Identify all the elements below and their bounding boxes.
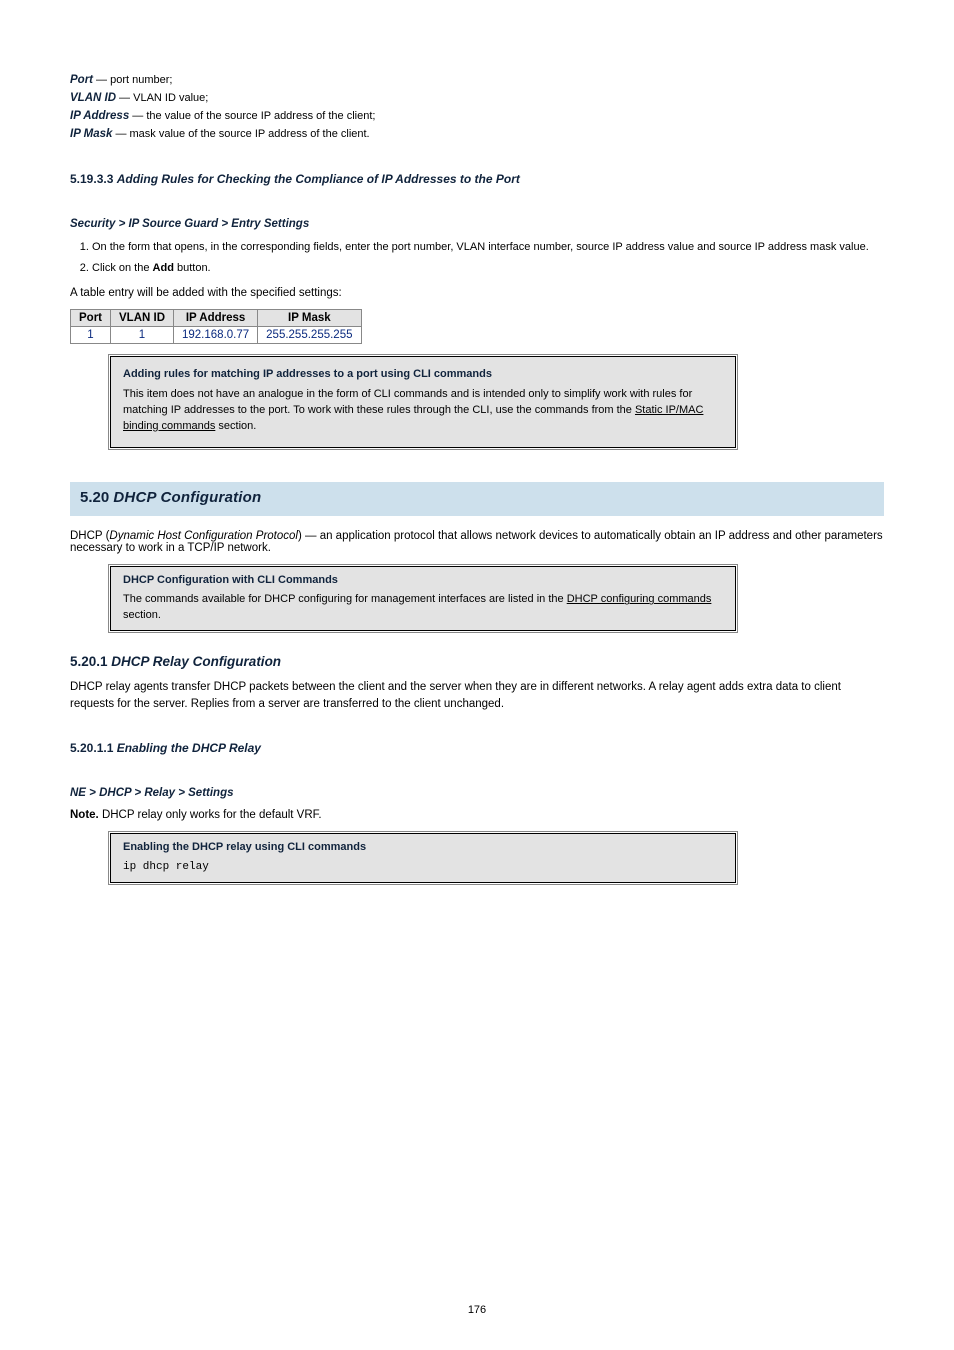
- field-ipaddr: IP Address — the value of the source IP …: [70, 106, 884, 124]
- sec-5-20-1-num: 5.20.1: [70, 654, 111, 669]
- table-header-row: Port VLAN ID IP Address IP Mask: [71, 309, 362, 326]
- sec-5-20-1-1-title: Enabling the DHCP Relay: [117, 741, 261, 755]
- cli-box-1-title: Adding rules for matching IP addresses t…: [123, 367, 723, 383]
- sec-5-20-1-body: DHCP relay agents transfer DHCP packets …: [70, 679, 884, 712]
- cli-box-2-body1: The commands available for DHCP configur…: [123, 593, 567, 605]
- th-ipaddr: IP Address: [174, 309, 258, 326]
- cli-box-2-link[interactable]: DHCP configuring commands: [567, 593, 712, 605]
- sec-num: 5.19.3.3: [70, 172, 117, 186]
- th-vlan: VLAN ID: [111, 309, 174, 326]
- step-2: Click on the Add button.: [92, 261, 884, 276]
- section-bar-5-20: 5.20 DHCP Configuration: [70, 482, 884, 516]
- field-port: Port — port number;: [70, 70, 884, 88]
- heading-5-20-1-1: 5.20.1.1 Enabling the DHCP Relay: [70, 739, 884, 757]
- page-number: 176: [0, 1304, 954, 1316]
- note-body: DHCP relay only works for the default VR…: [99, 809, 322, 821]
- proc-text: Security > IP Source Guard > Entry Setti…: [70, 218, 309, 230]
- step-1: On the form that opens, in the correspon…: [92, 240, 884, 255]
- sec-5-20-title: DHCP Configuration: [113, 489, 261, 506]
- table-intro: A table entry will be added with the spe…: [70, 287, 884, 299]
- cli-box-1: Adding rules for matching IP addresses t…: [110, 356, 736, 448]
- port-desc: — port number;: [93, 74, 172, 86]
- procedure-5-19-3-3: Security > IP Source Guard > Entry Setti…: [70, 216, 884, 230]
- th-ipmask: IP Mask: [258, 309, 361, 326]
- sec-5-20-body: DHCP (Dynamic Host Configuration Protoco…: [70, 530, 884, 554]
- ipmask-desc: — mask value of the source IP address of…: [112, 128, 369, 140]
- param-table: Port VLAN ID IP Address IP Mask 1 1 192.…: [70, 309, 884, 344]
- port-label: Port: [70, 74, 93, 86]
- note-label: Note.: [70, 809, 99, 821]
- ipaddr-label: IP Address: [70, 110, 129, 122]
- field-vlan: VLAN ID — VLAN ID value;: [70, 88, 884, 106]
- cli-box-2-title: DHCP Configuration with CLI Commands: [123, 573, 723, 589]
- cli-box-3-code: ip dhcp relay: [123, 860, 723, 876]
- sec-5-20-num: 5.20: [80, 489, 113, 506]
- procedure-5-20-1-1: NE > DHCP > Relay > Settings: [70, 785, 884, 799]
- vlan-label: VLAN ID: [70, 92, 116, 104]
- ipmask-label: IP Mask: [70, 128, 112, 140]
- cli-box-3-title: Enabling the DHCP relay using CLI comman…: [123, 840, 723, 856]
- cli-box-1-body2: section.: [215, 420, 256, 432]
- add-button-label: Add: [153, 262, 174, 274]
- ipaddr-desc: — the value of the source IP address of …: [129, 110, 375, 122]
- note-5-20-1-1: Note. DHCP relay only works for the defa…: [70, 809, 884, 821]
- table-row[interactable]: 1 1 192.168.0.77 255.255.255.255: [71, 326, 362, 343]
- sec-5-20-1-title: DHCP Relay Configuration: [111, 654, 281, 669]
- proc-text-2: NE > DHCP > Relay > Settings: [70, 787, 234, 799]
- steps-5-19-3-3: On the form that opens, in the correspon…: [70, 240, 884, 277]
- td-ipmask: 255.255.255.255: [258, 326, 361, 343]
- vlan-desc: — VLAN ID value;: [116, 92, 208, 104]
- heading-5-20-1: 5.20.1 DHCP Relay Configuration: [70, 653, 884, 671]
- cli-box-2: DHCP Configuration with CLI Commands The…: [110, 566, 736, 632]
- cli-box-3: Enabling the DHCP relay using CLI comman…: [110, 833, 736, 883]
- heading-5-19-3-3: 5.19.3.3 Adding Rules for Checking the C…: [70, 170, 884, 188]
- sec-title: Adding Rules for Checking the Compliance…: [117, 172, 520, 186]
- th-port: Port: [71, 309, 111, 326]
- td-vlan: 1: [111, 326, 174, 343]
- td-ipaddr: 192.168.0.77: [174, 326, 258, 343]
- field-ipmask: IP Mask — mask value of the source IP ad…: [70, 124, 884, 142]
- td-port: 1: [71, 326, 111, 343]
- cli-box-1-body1: This item does not have an analogue in t…: [123, 388, 692, 416]
- sec-5-20-1-1-num: 5.20.1.1: [70, 741, 117, 755]
- cli-box-2-body2: section.: [123, 609, 161, 621]
